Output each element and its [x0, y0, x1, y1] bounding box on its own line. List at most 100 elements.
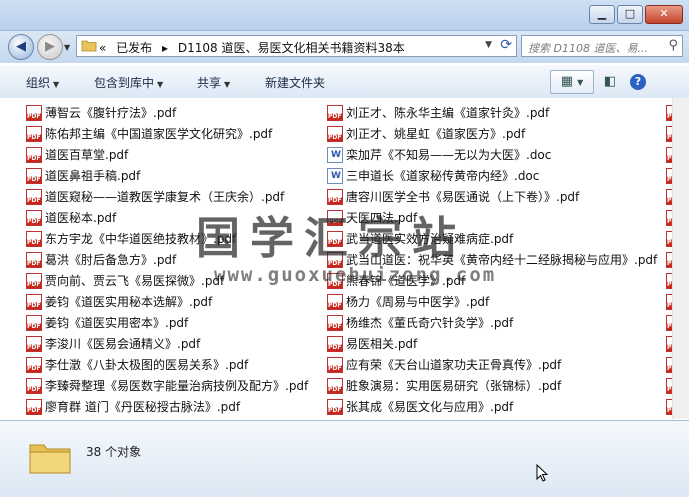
breadcrumb: « 已发布 ▸ D1108 道医、易医文化相关书籍资料38本: [99, 39, 411, 56]
pdf-file-icon: [327, 398, 343, 415]
pdf-file-icon: [26, 146, 42, 163]
pdf-file-icon: [26, 209, 42, 226]
file-item[interactable]: 东方宇龙《中华道医绝技教材》.pdf: [26, 228, 308, 249]
recent-pages-dropdown[interactable]: ▼: [64, 43, 70, 52]
file-name: 陈佑邦主编《中国道家医学文化研究》.pdf: [45, 127, 273, 141]
vertical-scrollbar[interactable]: [672, 98, 689, 419]
pdf-file-icon: [327, 293, 343, 310]
breadcrumb-separator[interactable]: ▸: [162, 41, 168, 55]
share-menu[interactable]: 共享 ▼: [197, 74, 230, 91]
file-item[interactable]: 天医四法.pdf: [327, 207, 657, 228]
pdf-file-icon: [26, 188, 42, 205]
file-item[interactable]: 熊春锦《道医学》.pdf: [327, 270, 657, 291]
file-name: 道医鼻祖手稿.pdf: [45, 169, 141, 183]
pdf-file-icon: [327, 335, 343, 352]
pdf-file-icon: [26, 125, 42, 142]
new-folder-button[interactable]: 新建文件夹: [265, 74, 325, 91]
file-name: 刘正才、陈永华主编《道家针灸》.pdf: [346, 106, 550, 120]
breadcrumb-item[interactable]: D1108 道医、易医文化相关书籍资料38本: [178, 41, 405, 55]
item-count: 38 个对象: [86, 445, 142, 459]
preview-pane-button[interactable]: ◧: [598, 70, 622, 94]
details-pane: 38 个对象: [0, 420, 689, 497]
file-item[interactable]: 杨维杰《董氏奇穴针灸学》.pdf: [327, 312, 657, 333]
file-item[interactable]: 道医鼻祖手稿.pdf: [26, 165, 308, 186]
file-name: 姜钧《道医实用密本》.pdf: [45, 316, 189, 330]
file-item[interactable]: 姜钧《道医实用密本》.pdf: [26, 312, 308, 333]
file-item[interactable]: 刘正才、陈永华主编《道家针灸》.pdf: [327, 102, 657, 123]
file-column-2: 刘正才、陈永华主编《道家针灸》.pdf 刘正才、姚星虹《道家医方》.pdf 栾加芹《…: [327, 102, 657, 417]
file-name: 易医相关.pdf: [346, 337, 418, 351]
file-item[interactable]: 道医秘本.pdf: [26, 207, 308, 228]
chevron-down-icon: ▼: [53, 80, 60, 89]
pdf-file-icon: [327, 377, 343, 394]
file-name: 廖育群 道门《丹医秘授古脉法》.pdf: [45, 400, 241, 414]
refresh-icon[interactable]: ⟳: [500, 37, 512, 53]
file-list: 薄智云《腹针疗法》.pdf 陈佑邦主编《中国道家医学文化研究》.pdf 道医百草堂.…: [0, 98, 672, 419]
file-item[interactable]: 陈佑邦主编《中国道家医学文化研究》.pdf: [26, 123, 308, 144]
file-item[interactable]: 张其成《易医文化与应用》.pdf: [327, 396, 657, 417]
organize-label: 组织: [26, 76, 51, 90]
file-name: 刘正才、姚星虹《道家医方》.pdf: [346, 127, 526, 141]
organize-menu[interactable]: 组织 ▼: [26, 74, 59, 91]
search-placeholder: 搜索 D1108 道医、易...: [528, 42, 648, 55]
file-item[interactable]: 李仕澂《八卦太极图的医易关系》.pdf: [26, 354, 308, 375]
file-item[interactable]: 李浚川《医易会通精义》.pdf: [26, 333, 308, 354]
breadcrumb-item[interactable]: 已发布: [116, 41, 152, 55]
file-item[interactable]: 武当山道医：祝华英《黄帝内经十二经脉揭秘与应用》.pdf: [327, 249, 657, 270]
address-bar[interactable]: « 已发布 ▸ D1108 道医、易医文化相关书籍资料38本 ▼ ⟳: [76, 35, 517, 57]
grid-view-icon: ▦: [560, 74, 573, 89]
file-item[interactable]: 脏象演易：实用医易研究（张锦标）.pdf: [327, 375, 657, 396]
navigation-bar: ◀ ▶ ▼ « 已发布 ▸ D1108 道医、易医文化相关书籍资料38本 ▼ ⟳…: [0, 31, 689, 63]
file-item[interactable]: 易医相关.pdf: [327, 333, 657, 354]
pdf-file-icon: [327, 272, 343, 289]
pdf-file-icon: [327, 209, 343, 226]
close-button[interactable]: ✕: [645, 5, 683, 24]
pdf-file-icon: [327, 188, 343, 205]
file-column-1: 薄智云《腹针疗法》.pdf 陈佑邦主编《中国道家医学文化研究》.pdf 道医百草堂.…: [26, 102, 308, 417]
file-name: 道医百草堂.pdf: [45, 148, 129, 162]
file-item[interactable]: 武当道医实效方治疑难病症.pdf: [327, 228, 657, 249]
maximize-button[interactable]: □: [617, 5, 643, 24]
file-item[interactable]: 姜钧《道医实用秘本选解》.pdf: [26, 291, 308, 312]
file-item[interactable]: 杨力《周易与中医学》.pdf: [327, 291, 657, 312]
file-item[interactable]: 薄智云《腹针疗法》.pdf: [26, 102, 308, 123]
back-button[interactable]: ◀: [8, 34, 34, 60]
file-item[interactable]: 李臻舜整理《易医数字能量治病技例及配方》.pdf: [26, 375, 308, 396]
pdf-file-icon: [327, 125, 343, 142]
file-item[interactable]: 栾加芹《不知易——无以为大医》.doc: [327, 144, 657, 165]
file-name: 杨力《周易与中医学》.pdf: [346, 295, 490, 309]
pdf-file-icon: [26, 335, 42, 352]
file-item[interactable]: 三申道长《道家秘传黄帝内经》.doc: [327, 165, 657, 186]
file-item[interactable]: 葛洪《肘后备急方》.pdf: [26, 249, 308, 270]
search-icon[interactable]: ⚲: [668, 38, 678, 53]
file-name: 熊春锦《道医学》.pdf: [346, 274, 466, 288]
file-name: 薄智云《腹针疗法》.pdf: [45, 106, 177, 120]
chevron-down-icon: ▼: [157, 80, 164, 89]
file-name: 张其成《易医文化与应用》.pdf: [346, 400, 514, 414]
file-item[interactable]: 道医窥秘——道教医学康复术（王庆余）.pdf: [26, 186, 308, 207]
pdf-file-icon: [26, 251, 42, 268]
folder-icon: [81, 40, 97, 52]
new-folder-label: 新建文件夹: [265, 76, 326, 90]
file-name: 杨维杰《董氏奇穴针灸学》.pdf: [346, 316, 514, 330]
chevron-down-icon: ▼: [224, 80, 231, 89]
file-item[interactable]: 应有荣《天台山道家功夫正骨真传》.pdf: [327, 354, 657, 375]
minimize-button[interactable]: ▁: [589, 5, 615, 24]
search-box[interactable]: 搜索 D1108 道医、易... ⚲: [521, 35, 683, 57]
file-item[interactable]: 廖育群 道门《丹医秘授古脉法》.pdf: [26, 396, 308, 417]
pdf-file-icon: [26, 356, 42, 373]
file-item[interactable]: 贾向前、贾云飞《易医探微》.pdf: [26, 270, 308, 291]
help-button[interactable]: ?: [626, 70, 650, 94]
pdf-file-icon: [327, 251, 343, 268]
breadcrumb-overflow[interactable]: «: [99, 41, 106, 55]
file-item[interactable]: 道医百草堂.pdf: [26, 144, 308, 165]
file-item[interactable]: 唐容川医学全书《易医通说（上下卷）》.pdf: [327, 186, 657, 207]
address-dropdown-icon[interactable]: ▼: [485, 40, 492, 50]
file-name: 道医窥秘——道教医学康复术（王庆余）.pdf: [45, 190, 285, 204]
change-view-button[interactable]: ▦ ▼: [550, 70, 594, 94]
include-in-library-menu[interactable]: 包含到库中 ▼: [94, 74, 163, 91]
share-label: 共享: [197, 76, 222, 90]
forward-button[interactable]: ▶: [37, 34, 63, 60]
file-item[interactable]: 刘正才、姚星虹《道家医方》.pdf: [327, 123, 657, 144]
file-name: 武当山道医：祝华英《黄帝内经十二经脉揭秘与应用》.pdf: [346, 253, 658, 267]
